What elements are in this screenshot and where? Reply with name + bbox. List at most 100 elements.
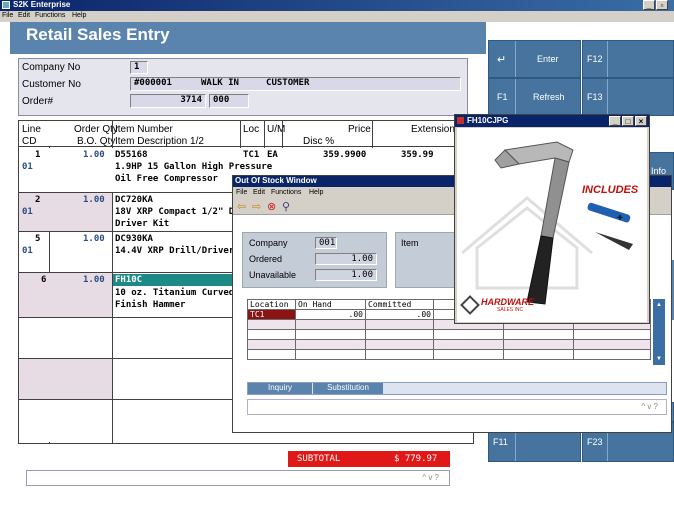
f13-label: F13 [587,92,603,102]
stock-ordered-field[interactable]: 1.00 [315,253,377,265]
stock-window-title: Out Of Stock Window [235,176,317,185]
stock-company-field[interactable]: 001 [315,237,337,249]
minimize-button[interactable]: _ [643,0,655,10]
col-line: Line [22,124,41,135]
image-window-title: FH10CJPG [467,116,509,125]
row-desc2: Oil Free Compressor [115,174,218,184]
stock-item-panel: Item [395,232,455,288]
enter-button[interactable]: ↵ Enter [488,40,581,78]
scroll-down-icon[interactable]: ▼ [656,356,662,362]
order-number-field[interactable]: 3714 [130,94,206,108]
stock-unavailable-label: Unavailable [249,270,297,280]
stock-qty-panel: Company 001 Ordered 1.00 Unavailable 1.0… [242,232,387,288]
table-row[interactable] [247,339,651,350]
forward-arrow-icon[interactable]: ⇨ [252,200,261,213]
message-scroll-arrows[interactable]: ^ v ? [422,473,439,482]
tab-substitution[interactable]: Substitution [313,383,383,394]
image-close-button[interactable]: × [635,116,647,126]
row-item: D55168 [115,150,148,160]
customer-name: WALK IN CUSTOMER [201,78,310,88]
back-arrow-icon[interactable]: ⇦ [237,200,246,213]
col-extension: Extension [411,124,455,135]
stock-table-scrollbar[interactable]: ▲ ▼ [653,299,665,365]
product-image: INCLUDES + HARDWARE SALES INC [457,128,647,322]
row-item: DC930KA [115,234,153,244]
customer-label: Customer No [22,79,81,90]
app-titlebar: S2K Enterprise _ ▫ [0,0,674,11]
menu-file[interactable]: File [2,12,13,19]
stock-ordered-label: Ordered [249,254,283,264]
row-line: 2 [35,195,41,205]
table-row-empty[interactable] [19,318,112,358]
row-line: 5 [35,234,41,244]
row-um: EA [267,150,278,160]
row-line: 6 [41,275,47,285]
table-row-empty[interactable] [19,359,112,399]
row-qty: 1.00 [83,150,105,160]
grid-header: Line CD Order Qty B.O. Qty Item Number I… [19,121,473,147]
company-label: Company No [22,62,81,73]
row-cd: 01 [22,207,33,217]
row-desc2: Driver Kit [115,219,170,229]
refresh-button[interactable]: F1 Refresh [488,78,581,116]
col-item-desc: Item Description 1/2 [115,136,204,147]
stock-menu-help[interactable]: Help [309,189,323,196]
row-desc2: Finish Hammer [115,300,186,310]
f12-button[interactable]: F12 [582,40,674,78]
table-row-empty[interactable] [19,400,112,442]
search-icon[interactable]: ⚲ [282,200,290,213]
table-row[interactable] [247,329,651,340]
logo-subtext: SALES INC [497,307,524,313]
scroll-up-icon[interactable]: ▲ [656,302,662,308]
hardware-logo: HARDWARE SALES INC [460,295,534,316]
row-desc1: 14.4V XRP Drill/Driver [115,246,235,256]
subtotal-value: $ 779.97 [394,454,438,464]
stock-unavailable-field[interactable]: 1.00 [315,269,377,281]
hammer-image [461,141,633,305]
stock-cell-onhand: .00 [295,309,366,320]
message-bar[interactable]: ^ v ? [26,470,450,486]
row-desc1: 18V XRP Compact 1/2" D [115,207,235,217]
stock-menu-file[interactable]: File [236,189,247,196]
subtotal-bar: SUBTOTAL $ 779.97 [288,451,450,467]
company-field[interactable]: 1 [130,61,148,74]
row-extension: 359.99 [401,150,434,160]
order-header-panel: Company No 1 Customer No #000001 WALK IN… [18,58,468,116]
stock-col-location: Location [247,299,296,310]
logo-house-icon [460,295,480,315]
order-label: Order# [22,96,54,107]
stock-message-bar[interactable]: ^ v ? [247,399,667,415]
col-bo-qty: B.O. Qty [77,136,116,147]
f11-label: F11 [493,437,508,447]
app-menubar: File Edit Functions Help [0,11,674,22]
row-loc: TC1 [243,150,260,160]
includes-label: INCLUDES [582,184,639,196]
f13-button[interactable]: F13 [582,78,674,116]
menu-edit[interactable]: Edit [18,12,30,19]
customer-field[interactable]: #000001 WALK IN CUSTOMER [130,77,461,91]
restore-button[interactable]: ▫ [656,0,668,10]
col-cd: CD [22,136,37,147]
image-maximize-button[interactable]: □ [622,116,634,126]
stock-menu-functions[interactable]: Functions [271,189,301,196]
table-row[interactable] [247,349,651,360]
order-suffix-field[interactable]: 000 [209,94,249,108]
stock-col-onhand: On Hand [295,299,366,310]
stock-scroll-arrows[interactable]: ^ v ? [641,402,658,411]
image-minimize-button[interactable]: _ [609,116,621,126]
row-line: 1 [35,150,41,160]
col-disc: Disc % [303,136,335,147]
app-icon [2,1,10,9]
stop-icon[interactable]: ⊗ [267,200,276,213]
f1-key: F1 [497,92,508,102]
col-item-number: Item Number [115,124,173,135]
col-loc: Loc [243,124,260,135]
stock-menu-edit[interactable]: Edit [253,189,265,196]
menu-help[interactable]: Help [72,12,86,19]
customer-number: #000001 [134,78,172,88]
image-window-icon [457,117,464,124]
row-cd: 01 [22,246,33,256]
menu-functions[interactable]: Functions [35,12,65,19]
row-cd: 01 [22,162,33,172]
tab-inquiry[interactable]: Inquiry [248,383,312,394]
